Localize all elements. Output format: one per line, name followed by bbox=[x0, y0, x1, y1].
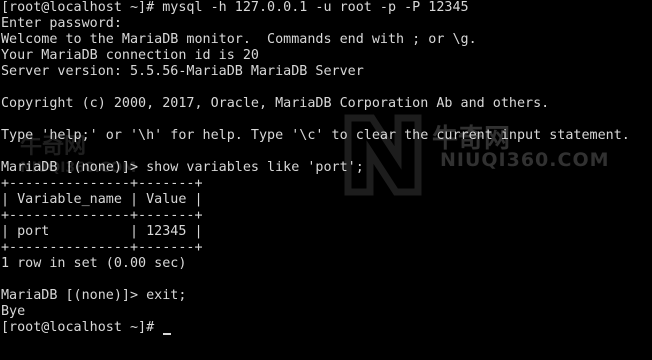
watermark-logo-icon bbox=[344, 114, 422, 196]
server-version-line: Server version: 5.5.56-MariaDB MariaDB S… bbox=[1, 64, 364, 79]
result-table-border-bottom: +---------------+-------+ bbox=[1, 240, 203, 255]
query-show-variables: MariaDB [(none)]> show variables like 'p… bbox=[1, 160, 364, 175]
prompt-mysql-command: [root@localhost ~]# mysql -h 127.0.0.1 -… bbox=[1, 0, 469, 15]
exit-command-line: MariaDB [(none)]> exit; bbox=[1, 288, 187, 303]
enter-password-line: Enter password: bbox=[1, 16, 122, 31]
result-table-border-mid: +---------------+-------+ bbox=[1, 208, 203, 223]
cursor-icon bbox=[163, 333, 172, 335]
result-table-row: | port | 12345 | bbox=[1, 224, 203, 239]
connection-id-line: Your MariaDB connection id is 20 bbox=[1, 48, 259, 63]
shell-prompt-line[interactable]: [root@localhost ~]# bbox=[1, 320, 172, 336]
help-hint-line: Type 'help;' or '\h' for help. Type '\c'… bbox=[1, 128, 630, 143]
shell-prompt: [root@localhost ~]# bbox=[1, 320, 163, 335]
copyright-line: Copyright (c) 2000, 2017, Oracle, MariaD… bbox=[1, 96, 550, 111]
watermark-url: NIUQI360.COM bbox=[440, 149, 610, 171]
welcome-message: Welcome to the MariaDB monitor. Commands… bbox=[1, 32, 477, 47]
row-count-line: 1 row in set (0.00 sec) bbox=[1, 256, 187, 271]
result-table-border-top: +---------------+-------+ bbox=[1, 176, 203, 191]
terminal-window[interactable]: 牛奇网 NIUQI360.COM 牛奇网 NIUQI360.COM [root@… bbox=[0, 0, 652, 360]
result-table-header: | Variable_name | Value | bbox=[1, 192, 203, 207]
bye-line: Bye bbox=[1, 304, 26, 319]
